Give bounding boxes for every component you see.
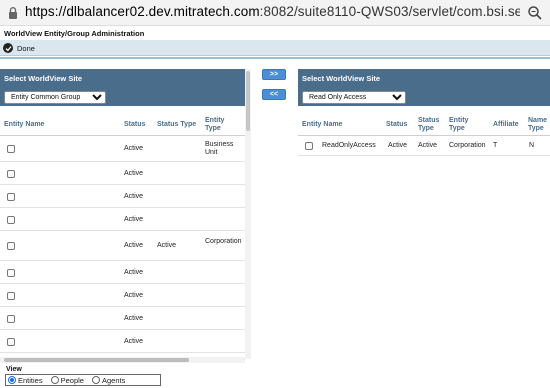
col-status[interactable]: Status (124, 121, 145, 129)
right-site-select[interactable]: Read Only Access (302, 91, 406, 104)
right-entity-table: Entity Name Status Status Type Entity Ty… (298, 112, 550, 157)
row-checkbox[interactable] (7, 170, 15, 178)
table-row[interactable]: Active (0, 330, 245, 353)
cell-status: Active (124, 216, 144, 223)
left-horizontal-scrollbar[interactable] (0, 357, 245, 363)
row-checkbox[interactable] (7, 338, 15, 346)
cell-entity-type: Business Unit (205, 141, 234, 156)
radio-people[interactable] (50, 376, 59, 384)
row-checkbox[interactable] (7, 193, 15, 201)
left-panel-header: Select WorldView Site Entity Common Grou… (0, 69, 245, 106)
col-entity-type[interactable]: Entity Type (205, 117, 239, 133)
right-panel-title: Select WorldView Site (302, 74, 381, 83)
cell-status: Active (124, 242, 144, 249)
table-row[interactable]: Active Business Unit (0, 136, 245, 162)
cell-status: Active (124, 338, 144, 345)
divider (0, 57, 550, 59)
row-checkbox[interactable] (7, 292, 15, 300)
left-table-header: Entity Name Status Status Type Entity Ty… (0, 112, 245, 136)
cell-status: Active (124, 170, 144, 177)
cell-affiliate: T (493, 142, 498, 149)
cell-status: Active (124, 193, 144, 200)
right-panel-header: Select WorldView Site Read Only Access (298, 69, 550, 106)
col-entity-name[interactable]: Entity Name (302, 121, 342, 129)
left-panel-title: Select WorldView Site (4, 74, 83, 83)
cell-name-type: N (529, 142, 535, 149)
col-entity-name[interactable]: Entity Name (4, 121, 44, 129)
url-path: :8082/suite8110-QWS03/servlet/com.bsi.se… (259, 4, 520, 19)
url-text[interactable]: https://dlbalancer02.dev.mitratech.com:8… (25, 4, 520, 19)
cell-status-type: Active (157, 242, 177, 249)
view-radio-group: Entities People Agents (5, 374, 161, 386)
table-row[interactable]: ReadOnlyAccess Active Active Corporation T N (298, 136, 550, 156)
view-option-entities[interactable]: Entities (6, 376, 43, 385)
done-label: Done (17, 43, 35, 53)
add-to-selection-button[interactable]: >> (262, 69, 286, 80)
row-checkbox[interactable] (7, 315, 15, 323)
view-label: View (6, 366, 22, 373)
right-table-header: Entity Name Status Status Type Entity Ty… (298, 112, 550, 136)
left-vertical-scrollbar[interactable] (245, 69, 251, 359)
cell-status: Active (124, 269, 144, 276)
view-option-label: People (60, 375, 84, 385)
row-checkbox[interactable] (7, 242, 15, 250)
table-row[interactable]: Active (0, 261, 245, 284)
cell-entity-name: ReadOnlyAccess (322, 142, 376, 149)
cell-status: Active (388, 142, 408, 149)
table-row[interactable]: Active (0, 208, 245, 231)
view-option-label: Agents (101, 375, 126, 385)
cell-entity-type: Corporation (449, 142, 486, 149)
radio-entities[interactable] (8, 376, 16, 384)
cell-status: Active (124, 315, 144, 322)
done-button[interactable]: Done (3, 42, 35, 54)
radio-agents[interactable] (91, 376, 100, 384)
url-host: https://dlbalancer02.dev.mitratech.com (25, 4, 260, 19)
zoom-icon[interactable] (527, 5, 543, 21)
action-bar: Done (0, 40, 550, 56)
table-row[interactable]: Active (0, 307, 245, 330)
col-status-type[interactable]: Status Type (418, 117, 446, 133)
cell-status-type: Active (418, 142, 438, 149)
cell-status: Active (124, 292, 144, 299)
view-option-agents[interactable]: Agents (90, 376, 125, 385)
row-checkbox[interactable] (305, 142, 313, 150)
scroll-thumb[interactable] (246, 71, 250, 131)
left-site-select[interactable]: Entity Common Group (4, 91, 106, 104)
lock-icon (9, 7, 17, 19)
view-option-label: Entities (18, 375, 43, 385)
check-icon (3, 43, 13, 53)
table-row[interactable]: Active (0, 162, 245, 185)
remove-from-selection-button[interactable]: << (262, 89, 286, 100)
cell-status: Active (124, 145, 144, 152)
col-affiliate[interactable]: Affiliate (493, 121, 519, 129)
col-name-type[interactable]: Name Type (528, 117, 550, 133)
cell-entity-type: Corporation (205, 238, 242, 245)
table-row[interactable]: Active (0, 284, 245, 307)
table-row[interactable]: Active (0, 185, 245, 208)
row-checkbox[interactable] (7, 269, 15, 277)
scroll-thumb[interactable] (4, 358, 189, 362)
col-status-type[interactable]: Status Type (157, 121, 196, 129)
table-row[interactable]: Active Active Corporation (0, 231, 245, 261)
row-checkbox[interactable] (7, 145, 15, 153)
view-option-people[interactable]: People (49, 376, 84, 385)
col-status[interactable]: Status (386, 121, 407, 129)
browser-url-bar[interactable]: https://dlbalancer02.dev.mitratech.com:8… (0, 0, 550, 26)
row-checkbox[interactable] (7, 216, 15, 224)
left-entity-table: Entity Name Status Status Type Entity Ty… (0, 112, 245, 357)
col-entity-type[interactable]: Entity Type (449, 117, 479, 133)
page-title: WorldView Entity/Group Administration (4, 29, 145, 38)
